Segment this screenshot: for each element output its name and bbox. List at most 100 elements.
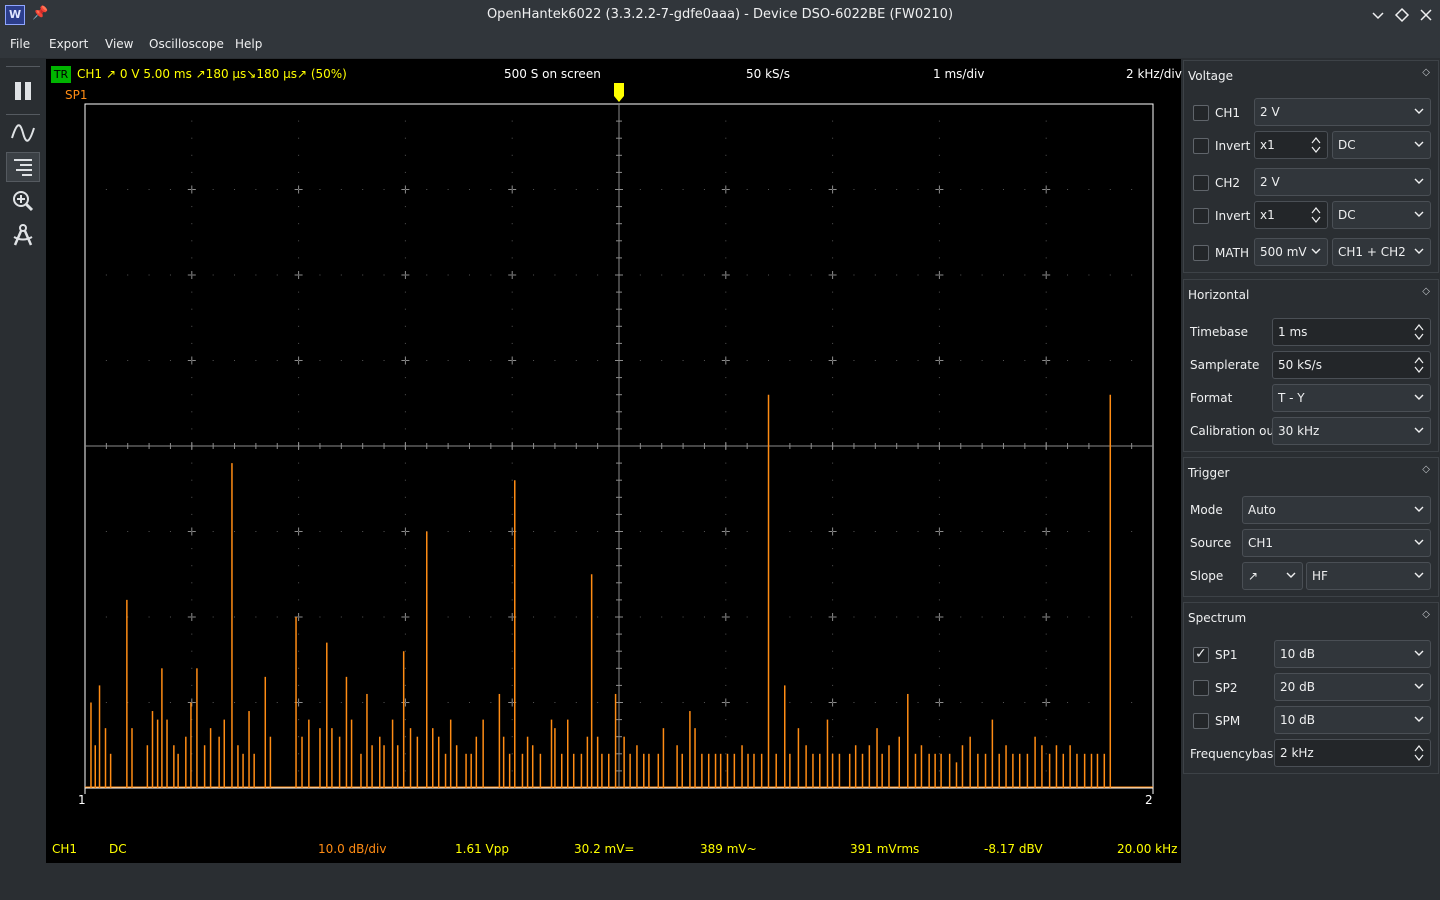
- chevron-down-icon: [1311, 248, 1321, 254]
- grid-dot: [725, 411, 727, 413]
- grid-dot: [938, 394, 940, 396]
- grid-dot: [725, 565, 727, 567]
- measure-button[interactable]: [6, 220, 40, 250]
- minimize-icon[interactable]: [1368, 5, 1388, 25]
- spin-down-icon: [1311, 216, 1321, 223]
- maximize-icon[interactable]: [1392, 5, 1412, 25]
- grid-dot: [298, 496, 300, 498]
- grid-dot: [276, 616, 278, 618]
- grid-dot: [725, 462, 727, 464]
- histogram-button[interactable]: [6, 152, 40, 182]
- grid-dot: [191, 206, 193, 208]
- grid-dot: [426, 189, 428, 190]
- dock-float-icon[interactable]: ◇: [1422, 464, 1430, 475]
- grid-dot: [404, 548, 406, 550]
- math-mode-select[interactable]: CH1 + CH2: [1332, 238, 1431, 266]
- grid-dot: [853, 616, 855, 618]
- spm-scale-select[interactable]: 10 dB: [1274, 706, 1431, 734]
- format-select[interactable]: T - Y: [1272, 384, 1431, 412]
- grid-dot: [896, 616, 898, 618]
- grid-dot: [511, 462, 513, 464]
- grid-dot: [511, 325, 513, 327]
- menu-file[interactable]: File: [10, 37, 30, 51]
- digital-phosphor-button[interactable]: [6, 118, 40, 148]
- grid-dot: [575, 531, 577, 532]
- sp1-checkbox[interactable]: [1193, 646, 1209, 663]
- ch1-invert-checkbox[interactable]: [1193, 138, 1209, 154]
- spectrum-dock-title: Spectrum: [1188, 611, 1247, 625]
- menu-help[interactable]: Help: [235, 37, 262, 51]
- ch2-coupling-select[interactable]: DC: [1332, 201, 1431, 229]
- trigger-source-select[interactable]: CH1: [1242, 529, 1431, 557]
- grid-dot: [169, 616, 171, 618]
- grid-dot: [447, 189, 449, 190]
- math-gain-select[interactable]: 500 mV: [1254, 238, 1328, 266]
- pause-button[interactable]: [6, 76, 40, 106]
- close-icon[interactable]: [1416, 5, 1436, 25]
- menu-oscilloscope[interactable]: Oscilloscope: [149, 37, 224, 51]
- dock-float-icon[interactable]: ◇: [1422, 67, 1430, 78]
- ch1-gain-select[interactable]: 2 V: [1254, 98, 1431, 126]
- calibration-select[interactable]: 30 kHz: [1272, 417, 1431, 445]
- ch2-invert-checkbox[interactable]: [1193, 208, 1209, 224]
- grid-dot: [1088, 531, 1090, 532]
- spectrum-dock: Spectrum ◇ SP1 10 dB SP2 20 dB SPM 10 dB…: [1183, 602, 1439, 774]
- trigger-mode-label: Mode: [1190, 503, 1223, 517]
- zoom-button[interactable]: [6, 186, 40, 216]
- samplerate-spinbox[interactable]: 50 kS/s: [1272, 351, 1431, 379]
- chevron-down-icon: [1414, 178, 1424, 184]
- ch2-gain-select[interactable]: 2 V: [1254, 168, 1431, 196]
- grid-dot: [810, 189, 812, 190]
- spin-down-icon: [1311, 146, 1321, 153]
- grid-dot: [981, 616, 983, 618]
- grid-dot: [105, 360, 107, 361]
- trigger-slope-select[interactable]: ↗: [1242, 562, 1303, 590]
- grid-dot: [960, 702, 962, 703]
- grid-dot: [426, 274, 428, 276]
- samplerate-label: Samplerate: [1190, 358, 1260, 372]
- trigger-filter-select[interactable]: HF: [1306, 562, 1431, 590]
- ch2-probe-spinbox[interactable]: x1: [1254, 201, 1328, 229]
- grid-dot: [1024, 360, 1026, 361]
- sp1-scale-select[interactable]: 10 dB: [1274, 640, 1431, 668]
- marker-left[interactable]: 1: [78, 793, 86, 807]
- sp2-checkbox[interactable]: [1193, 680, 1209, 696]
- chevron-down-icon: [1414, 141, 1424, 147]
- scope-display[interactable]: TR CH1 ↗ 0 V 5.00 ms ↗180 µs↘180 µs↗ (50…: [46, 59, 1182, 863]
- dock-float-icon[interactable]: ◇: [1422, 286, 1430, 297]
- trigger-position-marker[interactable]: [614, 83, 624, 102]
- menu-view[interactable]: View: [105, 37, 133, 51]
- grid-dot: [511, 411, 513, 413]
- grid-dot: [725, 513, 727, 515]
- grid-dot: [703, 274, 705, 276]
- grid-dot: [1045, 633, 1047, 635]
- grid-dot: [896, 189, 898, 190]
- menu-export[interactable]: Export: [49, 37, 88, 51]
- spm-checkbox[interactable]: [1193, 713, 1209, 729]
- marker-right[interactable]: 2: [1145, 793, 1153, 807]
- ch1-checkbox[interactable]: [1193, 105, 1209, 121]
- trigger-mode-select[interactable]: Auto: [1242, 496, 1431, 524]
- sp2-scale-select[interactable]: 20 dB: [1274, 673, 1431, 701]
- grid-dot: [255, 189, 257, 190]
- frequencybase-spinbox[interactable]: 2 kHz: [1274, 739, 1431, 767]
- grid-dot: [917, 360, 919, 361]
- grid-dot: [1024, 702, 1026, 703]
- math-checkbox[interactable]: [1193, 245, 1209, 261]
- grid-dot: [1024, 274, 1026, 276]
- scope-graph[interactable]: [46, 59, 1181, 863]
- grid-dot: [832, 428, 834, 430]
- grid-dot: [319, 274, 321, 276]
- grid-dot: [362, 531, 364, 532]
- ch1-coupling-select[interactable]: DC: [1332, 131, 1431, 159]
- grid-dot: [703, 616, 705, 618]
- grid-dot: [298, 342, 300, 344]
- dock-float-icon[interactable]: ◇: [1422, 609, 1430, 620]
- grid-dot: [960, 616, 962, 618]
- ch1-probe-spinbox[interactable]: x1: [1254, 131, 1328, 159]
- chevron-down-icon: [1286, 572, 1296, 578]
- ch2-checkbox[interactable]: [1193, 175, 1209, 191]
- timebase-spinbox[interactable]: 1 ms: [1272, 318, 1431, 346]
- grid-dot: [298, 240, 300, 242]
- grid-dot: [511, 257, 513, 259]
